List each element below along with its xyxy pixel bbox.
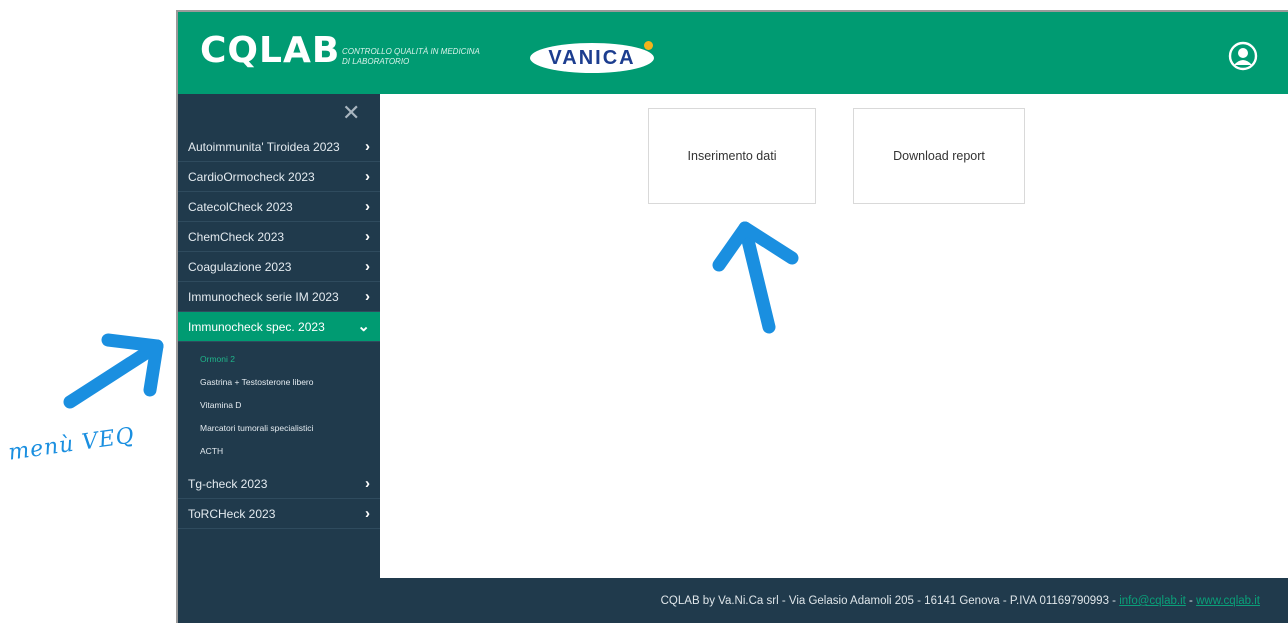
arrow-to-menu: [63, 339, 164, 409]
annotation-overlay: [63, 221, 799, 409]
